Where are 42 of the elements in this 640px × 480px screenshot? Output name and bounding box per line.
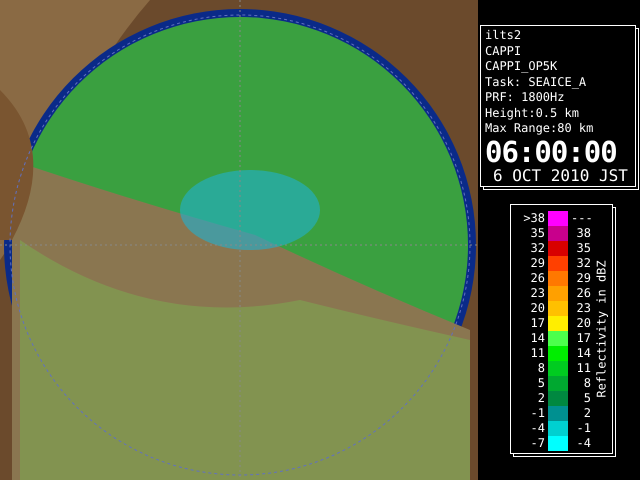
legend-label: 5	[582, 391, 591, 405]
legend-label: 35	[576, 241, 591, 255]
legend-label: 2	[582, 406, 591, 420]
legend-label: 2	[536, 391, 545, 405]
legend-label: 11	[576, 361, 591, 375]
legend-label: 38	[576, 226, 591, 240]
legend-label: 26	[576, 286, 591, 300]
legend-label: ---	[571, 211, 591, 225]
legend-label: -1	[530, 406, 545, 420]
legend-label: 23	[530, 286, 545, 300]
legend-label: -1	[576, 421, 591, 435]
legend-label: 23	[576, 301, 591, 315]
info-line: Height:0.5 km	[485, 106, 580, 121]
legend-label: 20	[576, 316, 591, 330]
legend-label: 32	[576, 256, 591, 270]
info-line: CAPPI	[485, 44, 522, 59]
legend-title: Reflectivity in dBZ	[595, 260, 609, 398]
legend-label: 29	[576, 271, 591, 285]
legend-label: 5	[536, 376, 545, 390]
legend-label: 29	[530, 256, 545, 270]
legend-label: 8	[582, 376, 591, 390]
info-line: Max Range:80 km	[485, 121, 594, 136]
legend-label: 32	[530, 241, 545, 255]
legend-label: 8	[536, 361, 545, 375]
legend-label: 20	[530, 301, 545, 315]
legend-label: 26	[530, 271, 545, 285]
legend-label: -4	[576, 436, 591, 450]
legend-label: 11	[530, 346, 545, 360]
date-text: 6 OCT 2010 JST	[492, 166, 629, 184]
info-line: PRF: 1800Hz	[485, 90, 566, 106]
legend-label: 14	[530, 331, 545, 345]
legend-label: 14	[576, 346, 591, 360]
legend-label: -4	[530, 421, 545, 435]
legend-label: >38	[522, 211, 545, 225]
legend-label: 35	[530, 226, 545, 240]
info-line: Task: SEAICE_A	[485, 74, 588, 90]
legend-label: 17	[576, 331, 591, 345]
info-line: CAPPI_OP5K	[485, 59, 558, 74]
legend-label: -7	[530, 436, 545, 450]
time-text: 06:00:00	[485, 136, 618, 166]
info-line: ilts2	[485, 28, 522, 44]
legend-label: 17	[530, 316, 545, 330]
